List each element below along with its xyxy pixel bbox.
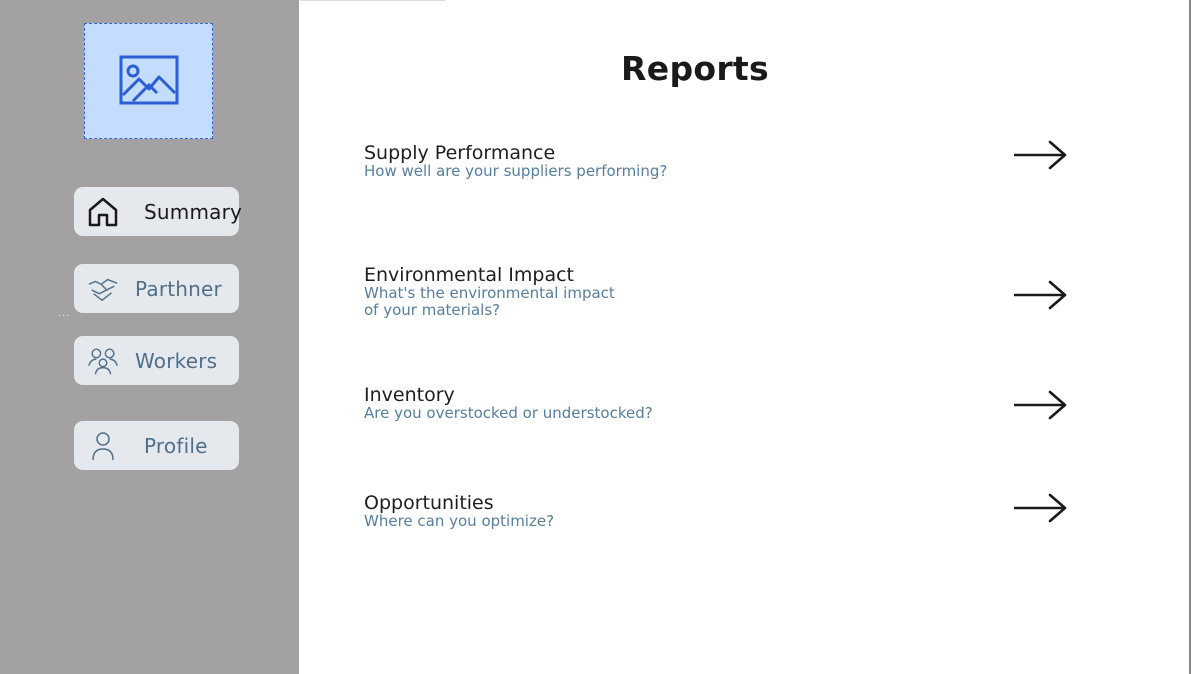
- open-report-button[interactable]: [1008, 275, 1074, 315]
- arrow-right-icon: [1014, 390, 1067, 420]
- people-icon: [86, 344, 120, 378]
- sidebar-item-parthner[interactable]: Parthner: [74, 264, 239, 313]
- image-placeholder-icon: [119, 55, 178, 105]
- report-title: Environmental Impact: [364, 264, 574, 286]
- home-icon: [86, 195, 120, 229]
- sidebar-item-label: Workers: [135, 348, 218, 373]
- sidebar-dots: ...: [58, 308, 71, 319]
- user-icon: [86, 429, 120, 463]
- open-report-button[interactable]: [1008, 135, 1074, 175]
- report-row-inventory: Inventory Are you overstocked or underst…: [364, 385, 1074, 425]
- sidebar-item-summary[interactable]: Summary: [74, 187, 243, 236]
- sidebar: Summary Parthner Workers Profile ...: [0, 0, 299, 674]
- report-subtitle: Where can you optimize?: [364, 512, 555, 530]
- arrow-right-icon: [1014, 140, 1067, 170]
- arrow-right-icon: [1014, 280, 1067, 310]
- page-title: Reports: [621, 49, 769, 88]
- report-subtitle: How well are your suppliers performing?: [364, 162, 668, 180]
- handshake-icon: [86, 272, 120, 306]
- sidebar-item-profile[interactable]: Profile: [74, 421, 239, 470]
- report-title: Inventory: [364, 384, 455, 406]
- report-row-supply-performance: Supply Performance How well are your sup…: [364, 140, 1074, 183]
- report-subtitle: Are you overstocked or understocked?: [364, 404, 653, 422]
- sidebar-item-label: Profile: [144, 433, 208, 458]
- logo-placeholder[interactable]: [84, 23, 213, 139]
- sidebar-item-workers[interactable]: Workers: [74, 336, 239, 385]
- report-title: Supply Performance: [364, 142, 556, 164]
- arrow-right-icon: [1014, 493, 1067, 523]
- top-divider: [300, 0, 445, 1]
- sidebar-item-label: Parthner: [135, 276, 222, 301]
- report-title: Opportunities: [364, 492, 494, 514]
- open-report-button[interactable]: [1008, 488, 1074, 528]
- open-report-button[interactable]: [1008, 385, 1074, 425]
- report-row-opportunities: Opportunities Where can you optimize?: [364, 493, 1074, 533]
- report-row-environmental-impact: Environmental Impact What's the environm…: [364, 265, 1074, 320]
- sidebar-item-label: Summary: [144, 199, 243, 224]
- report-subtitle: What's the environmental impact of your …: [364, 284, 615, 319]
